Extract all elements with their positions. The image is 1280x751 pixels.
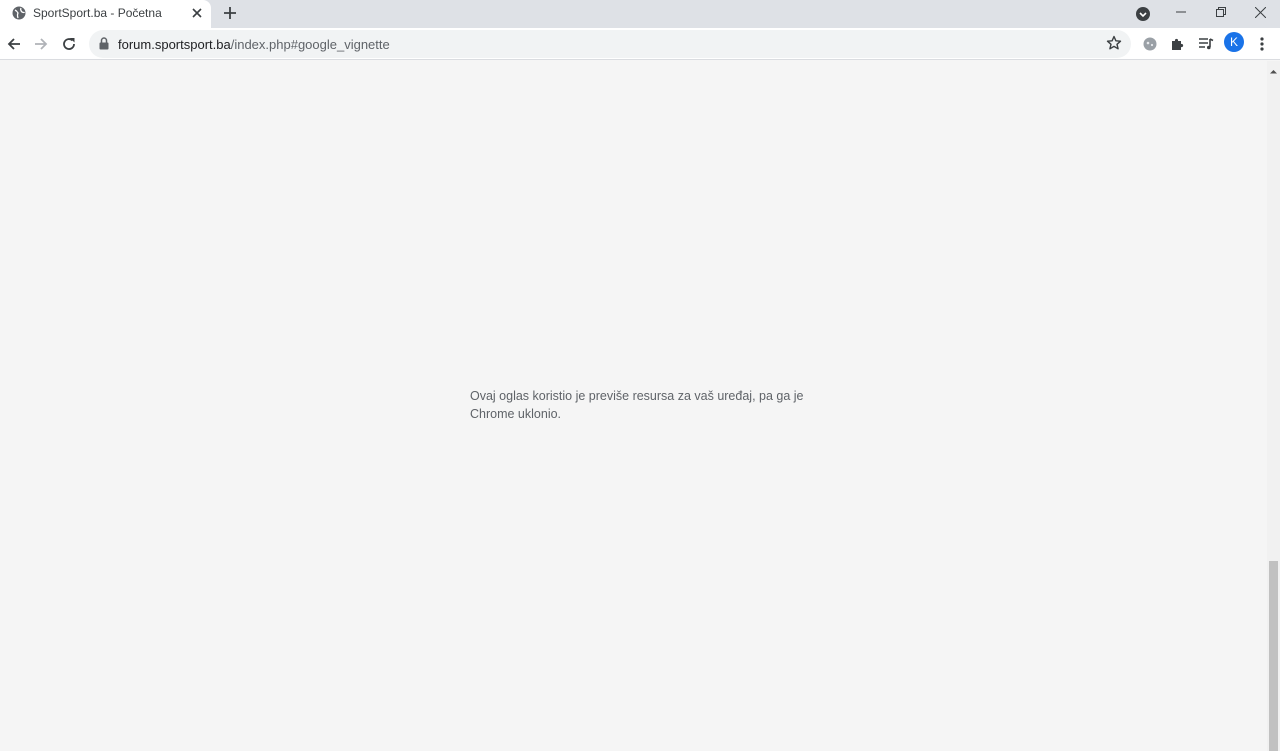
globe-icon [12, 6, 26, 20]
reload-icon[interactable] [57, 32, 81, 56]
ad-removed-message: Ovaj oglas koristio je previše resursa z… [470, 389, 804, 421]
lock-icon[interactable] [99, 37, 111, 51]
tab-strip: SportSport.ba - Početna [0, 0, 1280, 28]
extension-icon[interactable] [1138, 32, 1162, 56]
restore-icon[interactable] [1201, 0, 1241, 24]
media-control-icon[interactable] [1194, 32, 1218, 56]
url-path: /index.php#google_vignette [230, 37, 390, 52]
close-window-icon[interactable] [1240, 0, 1280, 24]
scroll-up-arrow-icon[interactable] [1269, 63, 1278, 74]
tab-search-icon[interactable] [1134, 5, 1152, 23]
new-tab-icon[interactable] [220, 3, 240, 23]
minimize-icon[interactable] [1161, 0, 1201, 24]
url-text[interactable]: forum.sportsport.ba/index.php#google_vig… [118, 37, 390, 52]
address-bar[interactable]: forum.sportsport.ba/index.php#google_vig… [89, 30, 1131, 58]
vertical-scrollbar[interactable] [1267, 61, 1280, 751]
extensions-puzzle-icon[interactable] [1166, 32, 1190, 56]
page-content: Ovaj oglas koristio je previše resursa z… [0, 61, 1267, 751]
back-icon[interactable] [2, 32, 26, 56]
menu-kebab-icon[interactable] [1250, 32, 1274, 56]
close-tab-icon[interactable] [189, 5, 205, 21]
profile-avatar[interactable]: K [1224, 32, 1244, 52]
active-tab[interactable]: SportSport.ba - Početna [0, 0, 211, 28]
scrollbar-thumb[interactable] [1269, 561, 1278, 751]
tab-title: SportSport.ba - Početna [33, 6, 162, 20]
url-domain: forum.sportsport.ba [118, 37, 231, 52]
bookmark-star-icon[interactable] [1106, 35, 1124, 53]
forward-icon[interactable] [29, 32, 53, 56]
browser-toolbar: forum.sportsport.ba/index.php#google_vig… [0, 28, 1280, 60]
